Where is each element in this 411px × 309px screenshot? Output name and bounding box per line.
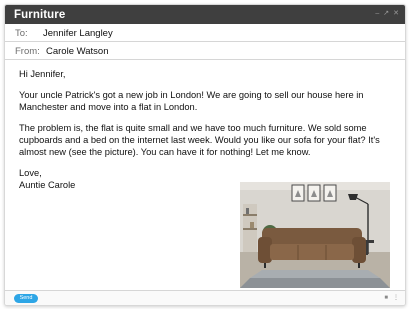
to-field[interactable]: Jennifer Langley — [43, 28, 113, 39]
email-window: Furniture – ↗ ✕ To: Jennifer Langley Fro… — [4, 4, 406, 306]
trash-icon[interactable]: ■ — [384, 295, 388, 301]
email-subject-title: Furniture — [14, 8, 66, 21]
paragraph-2: The problem is, the flat is quite small … — [19, 123, 380, 157]
close-icon[interactable]: ✕ — [393, 9, 399, 18]
from-label: From: — [15, 45, 40, 57]
expand-icon[interactable]: ↗ — [383, 9, 389, 18]
footer-icons: ■ ⋮ — [384, 294, 399, 302]
window-controls: – ↗ ✕ — [375, 9, 399, 18]
greeting: Hi Jennifer, — [19, 69, 66, 79]
to-label: To: — [15, 27, 28, 39]
more-icon[interactable]: ⋮ — [393, 294, 399, 301]
title-bar: Furniture – ↗ ✕ — [5, 5, 405, 24]
from-field: Carole Watson — [46, 45, 109, 57]
from-row: From: Carole Watson — [5, 43, 405, 60]
to-row[interactable]: To: Jennifer Langley — [5, 25, 405, 42]
minimize-icon[interactable]: – — [375, 9, 379, 18]
send-button[interactable]: Send — [14, 294, 38, 303]
compose-footer: Send ■ ⋮ — [5, 290, 405, 305]
paragraph-1: Your uncle Patrick's got a new job in Lo… — [19, 90, 364, 112]
message-body[interactable]: Hi Jennifer, Your uncle Patrick's got a … — [19, 69, 397, 191]
sofa-photo — [240, 182, 390, 288]
signoff: Love, — [19, 167, 42, 178]
